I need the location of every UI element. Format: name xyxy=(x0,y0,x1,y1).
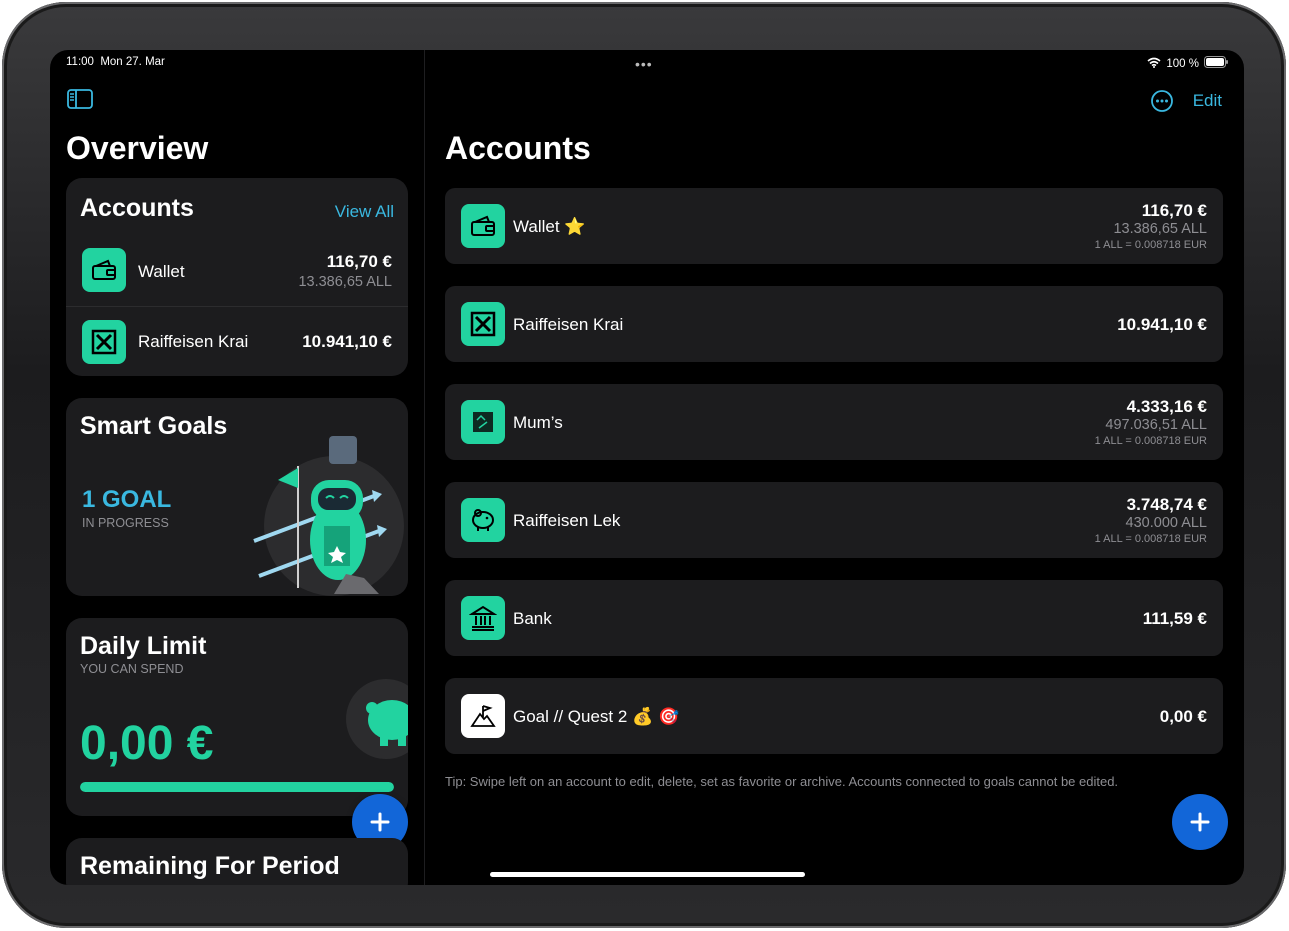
multitasking-dots[interactable]: ••• xyxy=(635,56,653,72)
account-name: Raiffeisen Krai xyxy=(138,332,249,351)
exchange-rate: 1 ALL = 0.008718 EUR xyxy=(1094,239,1207,251)
overview-account-wallet[interactable]: Wallet 116,70 € 13.386,65 ALL xyxy=(66,238,408,307)
status-time: 11:00 Mon 27. Mar xyxy=(66,56,165,68)
page-title: Overview xyxy=(66,130,209,166)
account-name: Goal // Quest 2 💰 🎯 xyxy=(513,707,680,726)
screen: 11:00 Mon 27. Mar Overview Accounts View… xyxy=(50,50,1244,885)
account-name: Mum’s xyxy=(513,413,563,432)
sidebar-toggle-icon[interactable] xyxy=(67,89,93,111)
overview-account-raiffeisen-krai[interactable]: Raiffeisen Krai 10.941,10 € xyxy=(66,307,408,375)
wifi-icon xyxy=(1147,57,1161,71)
account-name: Bank xyxy=(513,609,552,628)
robot-illustration xyxy=(234,436,404,596)
piggy-bank-illustration xyxy=(344,678,408,760)
smart-goals-card[interactable]: Smart Goals 1 GOAL IN PROGRESS xyxy=(66,398,408,596)
account-amount: 3.748,74 € xyxy=(1126,495,1207,514)
account-amount: 116,70 € xyxy=(326,252,392,271)
account-amount: 111,59 € xyxy=(1142,609,1207,628)
add-account-button[interactable] xyxy=(1172,794,1228,850)
smart-goals-title: Smart Goals xyxy=(80,412,228,440)
account-amount: 4.333,16 € xyxy=(1126,397,1207,416)
account-name: Wallet ⭐ xyxy=(513,217,586,236)
remaining-title: Remaining For Period xyxy=(80,852,340,880)
account-amount: 10.941,10 € xyxy=(302,332,392,351)
edit-button[interactable]: Edit xyxy=(1193,91,1222,111)
account-row-wallet[interactable]: Wallet ⭐ 116,70 € 13.386,65 ALL 1 ALL = … xyxy=(445,188,1223,264)
daily-limit-progress-fill xyxy=(80,782,394,792)
exchange-rate: 1 ALL = 0.008718 EUR xyxy=(1094,533,1207,545)
account-name: Wallet xyxy=(138,262,185,281)
ipad-frame: 11:00 Mon 27. Mar Overview Accounts View… xyxy=(2,2,1286,928)
account-amount: 10.941,10 € xyxy=(1117,315,1207,334)
status-right: 100 % xyxy=(1147,56,1228,71)
goal-count: 1 GOAL xyxy=(82,486,172,513)
detail-pane: ••• 100 % Edit Accounts Wallet ⭐ 116,70 … xyxy=(425,50,1244,885)
account-amount: 0,00 € xyxy=(1159,707,1207,726)
home-indicator xyxy=(490,872,805,877)
photo-icon xyxy=(461,400,505,444)
account-row-raiffeisen-lek[interactable]: Raiffeisen Lek 3.748,74 € 430.000 ALL 1 … xyxy=(445,482,1223,558)
account-row-bank[interactable]: Bank 111,59 € xyxy=(445,580,1223,656)
bank-icon xyxy=(461,596,505,640)
tip-text: Tip: Swipe left on an account to edit, d… xyxy=(445,774,1119,789)
view-all-link[interactable]: View All xyxy=(335,202,394,222)
accounts-card-title: Accounts xyxy=(80,194,194,222)
goal-status: IN PROGRESS xyxy=(82,516,169,530)
daily-limit-title: Daily Limit xyxy=(80,632,207,660)
accounts-card: Accounts View All Wallet 116,70 € 13.386… xyxy=(66,178,408,376)
wallet-icon xyxy=(82,248,126,292)
exchange-rate: 1 ALL = 0.008718 EUR xyxy=(1094,435,1207,447)
account-name: Raiffeisen Lek xyxy=(513,511,621,530)
daily-limit-subtitle: YOU CAN SPEND xyxy=(80,662,184,676)
account-name: Raiffeisen Krai xyxy=(513,315,624,334)
remaining-card[interactable]: Remaining For Period xyxy=(66,838,408,885)
sidebar: 11:00 Mon 27. Mar Overview Accounts View… xyxy=(50,50,425,885)
daily-limit-progress xyxy=(80,782,394,792)
goal-flag-icon xyxy=(461,694,505,738)
battery-icon xyxy=(1204,56,1228,71)
raiffeisen-icon xyxy=(82,320,126,364)
daily-limit-amount: 0,00 € xyxy=(80,717,214,770)
account-sub-amount: 13.386,65 ALL xyxy=(298,274,392,290)
more-options-icon[interactable] xyxy=(1151,90,1173,117)
account-row-raiffeisen-krai[interactable]: Raiffeisen Krai 10.941,10 € xyxy=(445,286,1223,362)
account-row-mums[interactable]: Mum’s 4.333,16 € 497.036,51 ALL 1 ALL = … xyxy=(445,384,1223,460)
raiffeisen-icon xyxy=(461,302,505,346)
detail-title: Accounts xyxy=(445,130,591,166)
wallet-icon xyxy=(461,204,505,248)
daily-limit-card[interactable]: Daily Limit YOU CAN SPEND 0,00 € xyxy=(66,618,408,816)
piggy-bank-icon xyxy=(461,498,505,542)
battery-percent: 100 % xyxy=(1166,57,1199,70)
account-row-goal-quest-2[interactable]: Goal // Quest 2 💰 🎯 0,00 € xyxy=(445,678,1223,754)
account-amount: 116,70 € xyxy=(1141,201,1207,220)
account-sub-amount: 13.386,65 ALL xyxy=(1113,221,1207,237)
account-sub-amount: 430.000 ALL xyxy=(1125,515,1207,531)
account-sub-amount: 497.036,51 ALL xyxy=(1105,417,1207,433)
